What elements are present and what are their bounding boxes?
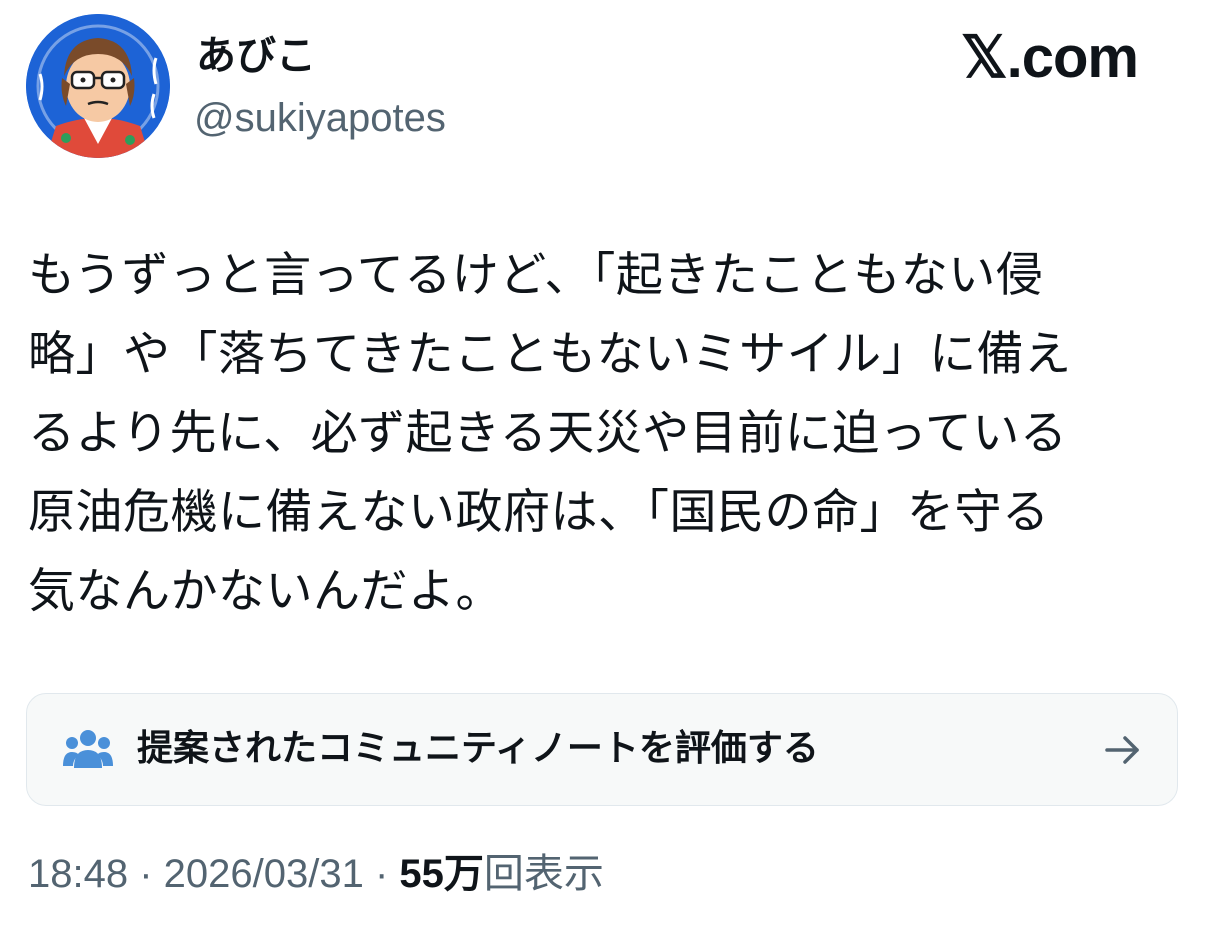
meta-separator: · <box>128 852 164 896</box>
author-display-name[interactable]: あびこ <box>196 28 316 84</box>
community-note-rate-button[interactable]: 提案されたコミュニティノートを評価する <box>26 693 1178 806</box>
community-note-label: 提案されたコミュニティノートを評価する <box>137 728 819 769</box>
tweet-meta: 18:48 · 2026/03/31 · 55万回表示 <box>28 846 604 902</box>
tweet-time[interactable]: 18:48 <box>28 852 128 896</box>
tweet-text-line: るより先に、必ず起きる天災や目前に迫っている <box>28 406 1068 461</box>
tweet-text-line: 原油危機に備えない政府は、「国民の命」を守る <box>28 485 1050 540</box>
arrow-right-icon <box>1105 736 1139 764</box>
author-avatar[interactable] <box>26 14 170 158</box>
avatar-illustration-icon <box>26 14 170 158</box>
author-handle[interactable]: @sukiyapotes <box>194 90 446 146</box>
people-icon <box>63 730 113 768</box>
tweet-text-line: もうずっと言ってるけど、「起きたこともない侵 <box>28 248 1044 303</box>
views-label: 回表示 <box>483 851 604 897</box>
tweet-text: もうずっと言ってるけど、「起きたこともない侵 略」や「落ちてきたこともないミサイ… <box>28 236 1178 631</box>
tweet-text-line: 略」や「落ちてきたこともないミサイル」に備え <box>28 327 1072 382</box>
tweet-date[interactable]: 2026/03/31 <box>164 852 364 896</box>
site-brand-logo: 𝕏.com <box>960 25 1139 90</box>
views-count[interactable]: 55万 <box>399 852 484 896</box>
meta-separator: · <box>363 852 400 896</box>
tweet-text-line: 気なんかないんだよ。 <box>28 564 503 619</box>
